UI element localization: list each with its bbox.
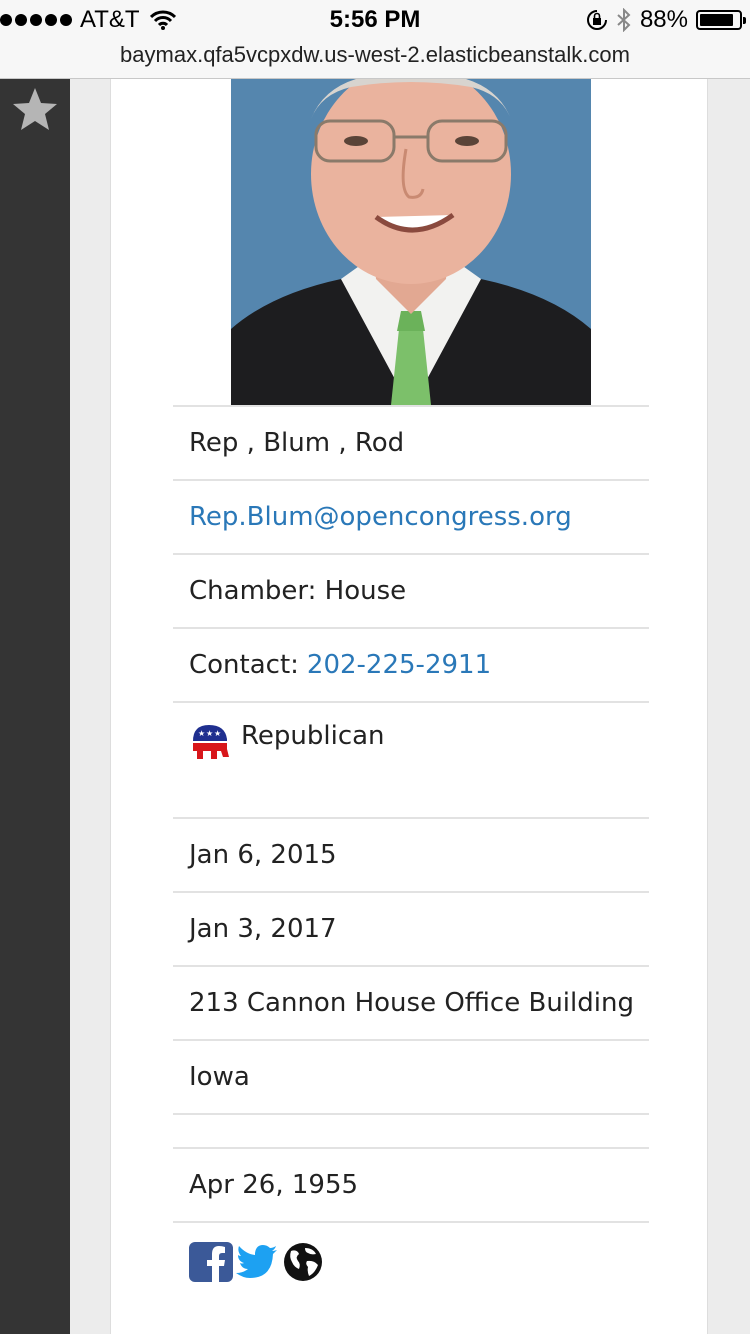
twitter-icon[interactable] (235, 1242, 279, 1282)
birthday-text: Apr 26, 1955 (189, 1170, 359, 1200)
republican-elephant-icon: ★ ★ ★ (193, 725, 229, 759)
globe-icon[interactable] (281, 1242, 325, 1282)
detail-list: Rep , Blum , Rod Rep.Blum@opencongress.o… (173, 405, 649, 1301)
state-row: Iowa (173, 1039, 649, 1113)
star-icon[interactable] (10, 85, 60, 135)
chamber-row: Chamber: House (173, 553, 649, 627)
term-end-row: Jan 3, 2017 (173, 891, 649, 965)
party-row: ★ ★ ★ Republican (173, 701, 649, 817)
representative-photo (231, 79, 591, 405)
bluetooth-icon (617, 8, 631, 32)
email-row: Rep.Blum@opencongress.org (173, 479, 649, 553)
empty-row (173, 1113, 649, 1147)
battery-fill (700, 14, 734, 26)
term-end-text: Jan 3, 2017 (189, 914, 337, 944)
phone-link[interactable]: 202-225-2911 (307, 650, 491, 680)
status-bar: AT&T 5:56 PM 88% (0, 0, 750, 40)
contact-label: Contact: (189, 650, 299, 680)
chamber-text: Chamber: House (189, 576, 407, 606)
svg-text:★: ★ (198, 729, 205, 738)
sidebar (0, 79, 70, 1334)
status-right: 88% (586, 6, 746, 34)
address-bar[interactable]: baymax.qfa5vcpxdw.us-west-2.elasticbeans… (0, 40, 750, 79)
office-text: 213 Cannon House Office Building (189, 988, 634, 1018)
svg-text:★: ★ (214, 729, 221, 738)
rotation-lock-icon (586, 10, 607, 30)
social-row (173, 1221, 649, 1301)
social-links (189, 1242, 325, 1282)
battery-percent: 88% (639, 6, 688, 33)
representative-card: Rep , Blum , Rod Rep.Blum@opencongress.o… (110, 79, 708, 1334)
term-start-text: Jan 6, 2015 (189, 840, 337, 870)
contact-row: Contact: 202-225-2911 (173, 627, 649, 701)
battery-icon (696, 10, 746, 30)
facebook-icon[interactable] (189, 1242, 233, 1282)
svg-text:★: ★ (206, 729, 213, 738)
state-text: Iowa (189, 1062, 250, 1092)
name-row: Rep , Blum , Rod (173, 405, 649, 479)
term-start-row: Jan 6, 2015 (173, 817, 649, 891)
party-text: Republican (241, 721, 385, 751)
representative-name: Rep , Blum , Rod (189, 428, 405, 458)
office-row: 213 Cannon House Office Building (173, 965, 649, 1039)
email-link[interactable]: Rep.Blum@opencongress.org (189, 502, 572, 532)
birthday-row: Apr 26, 1955 (173, 1147, 649, 1221)
